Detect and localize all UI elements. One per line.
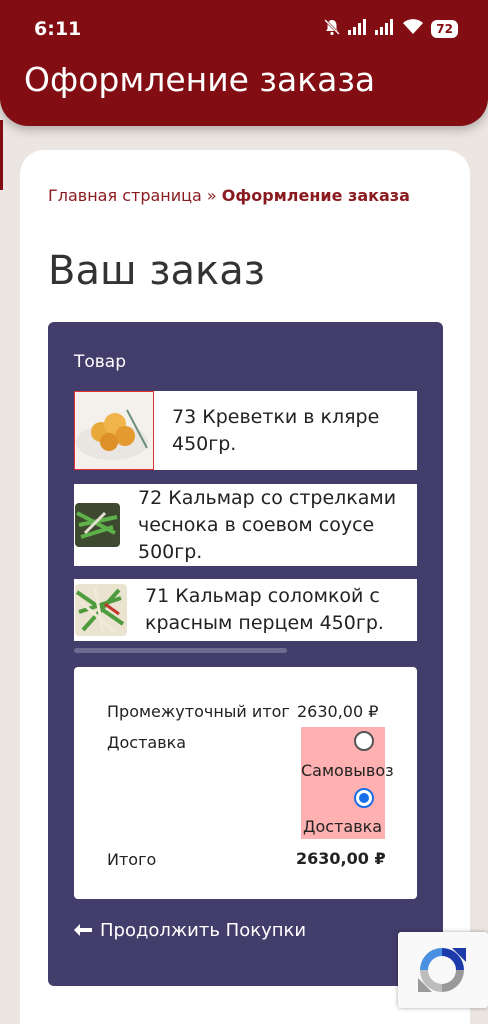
battery-icon: 72 xyxy=(431,20,458,38)
arrow-left-icon xyxy=(74,920,92,941)
shipping-label: Доставка xyxy=(107,733,187,752)
side-accent xyxy=(0,120,3,190)
product-name: 72 Кальмар со стрелками чеснока в соевом… xyxy=(138,486,397,563)
signal-icon xyxy=(375,19,395,39)
page-title: Ваш заказ xyxy=(48,248,265,294)
recaptcha-icon xyxy=(414,942,470,1002)
breadcrumb-current: Оформление заказа xyxy=(221,186,410,205)
shipping-option-pickup-label[interactable]: Самовывоз xyxy=(301,761,394,780)
product-image[interactable] xyxy=(74,391,154,470)
total-label: Итого xyxy=(107,850,157,869)
total-value: 2630,00 ₽ xyxy=(296,849,386,868)
app-header: 6:11 72 Оформление заказа xyxy=(0,0,488,126)
continue-shopping-label: Продолжить Покупки xyxy=(100,920,307,941)
product-image[interactable] xyxy=(75,584,127,636)
bell-off-icon xyxy=(323,18,341,40)
wifi-icon xyxy=(402,19,424,39)
order-review-panel: Товар 73 Креветки в кляре 450гр. 72 Каль… xyxy=(48,322,443,986)
breadcrumb: Главная страница » Оформление заказа xyxy=(48,186,410,205)
breadcrumb-separator: » xyxy=(201,186,222,205)
product-row[interactable]: 73 Креветки в кляре 450гр. xyxy=(74,391,417,470)
product-name: 71 Кальмар соломкой с красным перцем 450… xyxy=(145,585,384,634)
checkout-card: Главная страница » Оформление заказа Ваш… xyxy=(20,150,470,1024)
shipping-option-delivery-label[interactable]: Доставка xyxy=(303,817,382,836)
breadcrumb-home-link[interactable]: Главная страница xyxy=(48,186,202,205)
subtotal-value: 2630,00 ₽ xyxy=(297,702,379,721)
product-row[interactable]: 72 Кальмар со стрелками чеснока в соевом… xyxy=(74,484,417,566)
shipping-radio-delivery[interactable] xyxy=(354,788,374,808)
status-icons: 72 xyxy=(323,18,458,40)
shipping-radio-pickup[interactable] xyxy=(354,731,374,751)
signal-icon xyxy=(348,19,368,39)
header-title: Оформление заказа xyxy=(24,60,376,99)
status-bar: 6:11 72 xyxy=(0,0,488,60)
shipping-methods: Самовывоз Доставка xyxy=(301,727,394,839)
product-name: 73 Креветки в кляре 450гр. xyxy=(172,405,380,455)
status-time: 6:11 xyxy=(34,18,82,40)
subtotal-label: Промежуточный итог xyxy=(107,702,290,721)
continue-shopping-link[interactable]: Продолжить Покупки xyxy=(74,920,306,941)
order-totals: Промежуточный итог 2630,00 ₽ Доставка Са… xyxy=(74,667,417,899)
product-row[interactable]: 71 Кальмар соломкой с красным перцем 450… xyxy=(74,579,417,641)
product-column-label: Товар xyxy=(74,352,127,372)
recaptcha-badge[interactable] xyxy=(398,932,488,1008)
horizontal-scrollbar[interactable] xyxy=(74,648,287,653)
product-image[interactable] xyxy=(75,503,120,547)
